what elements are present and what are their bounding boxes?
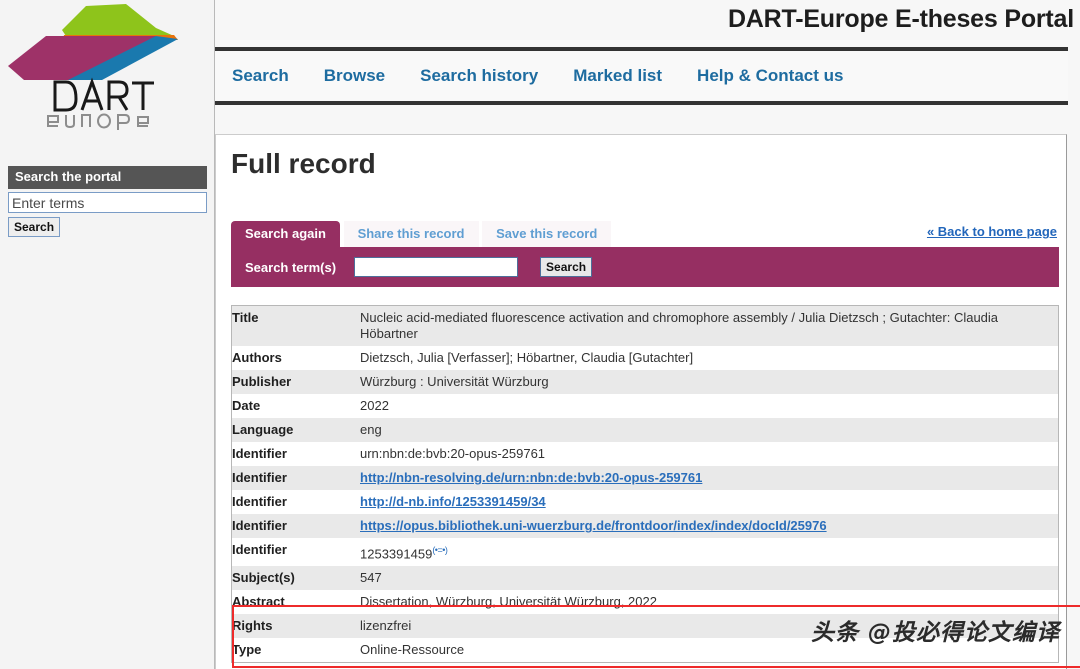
- full-record-table-wrapper: TitleNucleic acid-mediated fluorescence …: [231, 305, 1059, 663]
- record-tabs: Search again Share this record Save this…: [231, 221, 1059, 247]
- record-field-label: Identifier: [232, 514, 360, 538]
- record-field-label: Date: [232, 394, 360, 418]
- table-row: Identifierhttp://nbn-resolving.de/urn:nb…: [232, 466, 1058, 490]
- record-field-value: urn:nbn:de:bvb:20-opus-259761: [360, 442, 1058, 466]
- nav-item-search-history[interactable]: Search history: [420, 66, 538, 86]
- full-record-table: TitleNucleic acid-mediated fluorescence …: [232, 306, 1058, 662]
- table-row: PublisherWürzburg : Universität Würzburg: [232, 370, 1058, 394]
- search-terms-submit-button[interactable]: Search: [540, 257, 592, 277]
- content-panel: Full record Search again Share this reco…: [215, 134, 1067, 669]
- record-field-value: Nucleic acid-mediated fluorescence activ…: [360, 306, 1058, 346]
- sidebar-search-input[interactable]: [8, 192, 207, 213]
- tab-save-this-record[interactable]: Save this record: [482, 221, 611, 247]
- tab-share-this-record[interactable]: Share this record: [344, 221, 479, 247]
- back-to-home-link[interactable]: « Back to home page: [927, 224, 1057, 239]
- left-sidebar: Search the portal Search: [0, 0, 215, 669]
- record-field-label: Type: [232, 638, 360, 662]
- main-navbar: Search Browse Search history Marked list…: [215, 47, 1068, 105]
- record-field-value: Dissertation, Würzburg, Universität Würz…: [360, 590, 1058, 614]
- main-column: DART-Europe E-theses Portal Search Brows…: [215, 0, 1080, 669]
- table-row: Identifierhttps://opus.bibliothek.uni-wu…: [232, 514, 1058, 538]
- external-resource-icon[interactable]: (•=•): [432, 545, 447, 555]
- sidebar-search-panel: Search the portal Search: [8, 166, 207, 237]
- table-row: Identifierhttp://d-nb.info/1253391459/34: [232, 490, 1058, 514]
- record-field-label: Abstract: [232, 590, 360, 614]
- table-row: Languageeng: [232, 418, 1058, 442]
- nav-item-search[interactable]: Search: [232, 66, 289, 86]
- record-field-label: Rights: [232, 614, 360, 638]
- dart-europe-logo[interactable]: [6, 2, 186, 130]
- table-row: Identifier1253391459(•=•): [232, 538, 1058, 566]
- nav-item-help-contact[interactable]: Help & Contact us: [697, 66, 843, 86]
- record-field-value[interactable]: http://d-nb.info/1253391459/34: [360, 490, 1058, 514]
- table-row: AbstractDissertation, Würzburg, Universi…: [232, 590, 1058, 614]
- record-field-label: Identifier: [232, 538, 360, 566]
- table-row: AuthorsDietzsch, Julia [Verfasser]; Höba…: [232, 346, 1058, 370]
- record-identifier-link[interactable]: http://d-nb.info/1253391459/34: [360, 494, 546, 509]
- record-field-label: Language: [232, 418, 360, 442]
- record-identifier-link[interactable]: http://nbn-resolving.de/urn:nbn:de:bvb:2…: [360, 470, 702, 485]
- record-field-label: Identifier: [232, 466, 360, 490]
- masthead: DART-Europe E-theses Portal: [215, 0, 1080, 47]
- table-row: TitleNucleic acid-mediated fluorescence …: [232, 306, 1058, 346]
- nav-item-browse[interactable]: Browse: [324, 66, 385, 86]
- portal-title: DART-Europe E-theses Portal: [728, 5, 1074, 34]
- record-field-value[interactable]: http://nbn-resolving.de/urn:nbn:de:bvb:2…: [360, 466, 1058, 490]
- record-field-label: Subject(s): [232, 566, 360, 590]
- watermark-text: 头条 @投必得论文编译: [811, 613, 1060, 647]
- sidebar-search-button[interactable]: Search: [8, 217, 60, 237]
- page-root: Search the portal Search DART-Europe E-t…: [0, 0, 1080, 669]
- record-field-value: 547: [360, 566, 1058, 590]
- record-field-value: eng: [360, 418, 1058, 442]
- record-field-value[interactable]: https://opus.bibliothek.uni-wuerzburg.de…: [360, 514, 1058, 538]
- record-field-label: Publisher: [232, 370, 360, 394]
- table-row: Identifierurn:nbn:de:bvb:20-opus-259761: [232, 442, 1058, 466]
- sidebar-search-heading: Search the portal: [8, 166, 207, 189]
- tab-search-again[interactable]: Search again: [231, 221, 340, 247]
- record-field-value: Würzburg : Universität Würzburg: [360, 370, 1058, 394]
- record-field-value: 2022: [360, 394, 1058, 418]
- table-row: Subject(s)547: [232, 566, 1058, 590]
- record-field-value: 1253391459(•=•): [360, 538, 1058, 566]
- table-row: Date2022: [232, 394, 1058, 418]
- nav-item-marked-list[interactable]: Marked list: [573, 66, 662, 86]
- search-terms-label: Search term(s): [245, 260, 336, 275]
- record-field-label: Authors: [232, 346, 360, 370]
- record-field-label: Identifier: [232, 490, 360, 514]
- search-again-form: Search term(s) Search: [231, 247, 1059, 287]
- record-identifier-link[interactable]: https://opus.bibliothek.uni-wuerzburg.de…: [360, 518, 827, 533]
- record-field-value: Dietzsch, Julia [Verfasser]; Höbartner, …: [360, 346, 1058, 370]
- search-terms-input[interactable]: [354, 257, 518, 277]
- record-field-label: Title: [232, 306, 360, 346]
- nav-list: Search Browse Search history Marked list…: [215, 51, 1068, 101]
- record-field-label: Identifier: [232, 442, 360, 466]
- page-title: Full record: [231, 148, 376, 180]
